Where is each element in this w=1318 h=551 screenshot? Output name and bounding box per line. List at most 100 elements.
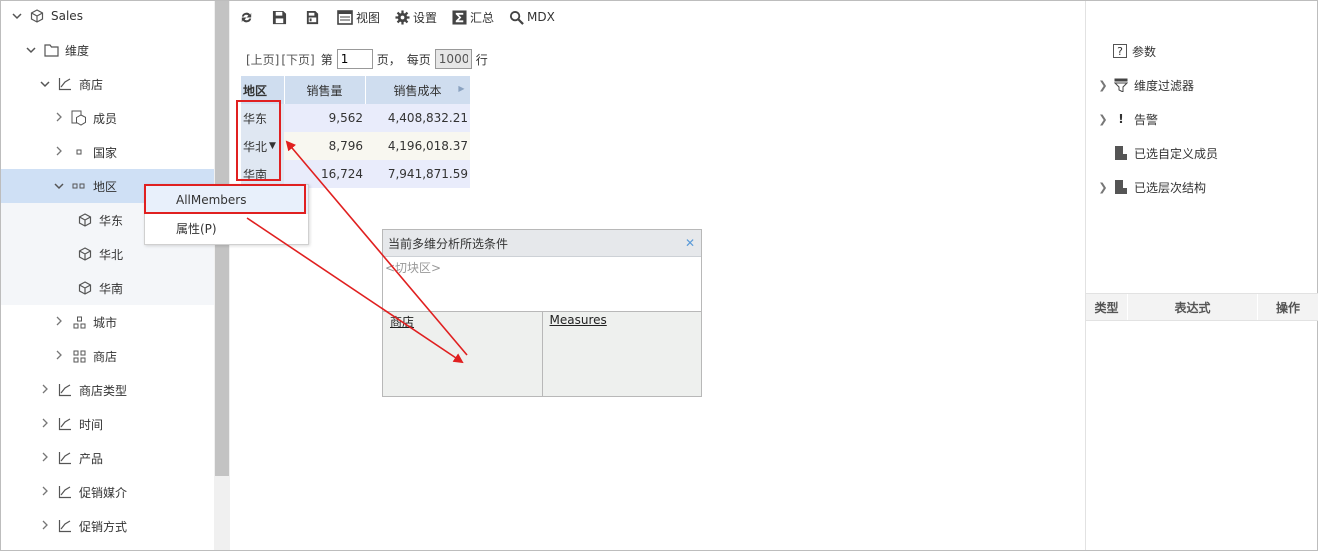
right-panel: ? 参数 ❯ 维度过滤器 ❯ ! 告警 已选自定义成员 ❯ 已选层次结构 类型 … [1085,1,1318,550]
next-page-link[interactable]: [下页] [281,51,314,68]
refresh-button[interactable] [238,9,257,25]
slice-area[interactable]: <切块区> [383,257,701,312]
tree-item[interactable]: 华南 [1,271,214,305]
tree-item-label: 成员 [93,111,118,126]
save-button[interactable] [271,9,290,25]
cols-axis-drop[interactable]: Measures [541,312,701,396]
chevron-right-icon[interactable] [53,112,65,125]
chevron-right-icon[interactable] [39,486,51,499]
page-prefix: 第 [320,52,333,67]
rows-axis-drop[interactable]: 商店 [383,312,542,396]
hierarchy-icon [57,382,73,398]
cell-cost: 4,196,018.37 [365,132,470,160]
summary-button[interactable]: 汇总 [451,9,494,26]
cell-cost: 4,408,832.21 [365,104,470,132]
col-expression[interactable]: 表达式 [1128,294,1258,320]
tree-item[interactable]: 产品 [1,441,214,475]
hierarchy-icon [57,450,73,466]
settings-button[interactable]: 设置 [394,9,437,26]
per-page-prefix: 每页 [406,52,431,67]
view-label: 视图 [356,10,381,25]
tree-item[interactable]: Sales [1,1,214,33]
tree-item-label: 华南 [99,281,124,296]
axes-area: 商店 Measures [383,312,701,396]
chevron-down-icon[interactable] [25,44,37,57]
member-cube-icon [77,212,93,228]
chevron-right-icon[interactable]: ❯ [1096,113,1110,126]
tree-item[interactable]: 促销方式 [1,509,214,543]
chevron-down-icon[interactable] [53,180,65,193]
grid-header-quantity[interactable]: 销售量 [284,76,366,104]
page-number-input[interactable] [336,49,373,69]
col-action[interactable]: 操作 [1258,294,1318,320]
menu-item-properties[interactable]: 属性(P) [145,214,308,243]
panel-item-alert[interactable]: ❯ ! 告警 [1086,102,1318,136]
chevron-right-icon[interactable]: ❯ [1096,181,1110,194]
tree-item-label: 地区 [93,179,118,194]
folder-icon [43,42,59,58]
rows-axis-label[interactable]: 商店 [390,315,414,329]
save-as-button[interactable] [304,9,323,25]
chevron-right-icon[interactable] [53,146,65,159]
chevron-down-icon[interactable] [11,10,23,23]
gear-icon [394,9,410,25]
level-1-icon [71,144,87,160]
panel-item-custom-members[interactable]: 已选自定义成员 [1086,136,1318,170]
tree-item[interactable]: 城市 [1,305,214,339]
expand-arrow-icon[interactable]: ▶ [458,84,464,93]
tree-scrollbar[interactable] [214,1,230,550]
member-cube-icon [77,280,93,296]
annotation-box-menu [144,184,306,214]
mdx-button[interactable]: MDX [508,9,555,25]
hierarchy-icon [57,484,73,500]
refresh-icon [238,9,254,25]
chevron-right-icon[interactable]: ❯ [1096,79,1110,92]
tree-item[interactable]: 商店类型 [1,373,214,407]
tree-item-label: 促销媒介 [79,485,128,500]
chevron-right-icon[interactable] [53,316,65,329]
hierarchy-icon [57,416,73,432]
tree-item[interactable]: 维度 [1,33,214,67]
param-icon: ? [1113,44,1127,58]
grid-header-cost[interactable]: 销售成本 ▶ [365,76,471,104]
tree-item-label: 华北 [99,247,124,262]
conditions-title: 当前多维分析所选条件 [388,236,509,251]
panel-item-dimension-filter[interactable]: ❯ 维度过滤器 [1086,68,1318,102]
slice-placeholder: <切块区> [385,261,442,275]
per-page-suffix: 行 [475,52,488,67]
chevron-right-icon[interactable] [39,452,51,465]
chevron-right-icon[interactable] [39,520,51,533]
panel-item-params[interactable]: ? 参数 [1086,34,1318,68]
save-as-icon [304,9,320,25]
tree-item-label: 促销方式 [79,519,128,534]
panel-item-label: 维度过滤器 [1134,78,1195,93]
chevron-down-icon[interactable] [39,78,51,91]
view-button[interactable]: 视图 [337,9,380,26]
panel-item-label: 告警 [1134,112,1159,127]
page-size-input[interactable] [434,49,472,69]
chevron-right-icon[interactable] [39,418,51,431]
tree-item-label: 城市 [93,315,118,330]
chevron-right-icon[interactable] [39,384,51,397]
tree-item[interactable]: 商店 [1,339,214,373]
tree-item[interactable]: 成员 [1,101,214,135]
tree-item-label: 维度 [65,43,90,58]
prev-page-link[interactable]: [上页] [246,51,279,68]
pager: [上页] [下页] 第 页， 每页 行 [246,49,488,69]
toolbar: 视图 设置 汇总 MDX [238,6,569,28]
tree-item[interactable]: 促销媒介 [1,475,214,509]
tree-item-label: 产品 [79,451,104,466]
tree-item[interactable]: 国家 [1,135,214,169]
summary-label: 汇总 [470,10,495,25]
hierarchy-icon [57,76,73,92]
close-icon[interactable]: ✕ [685,236,695,250]
level-4-icon [71,348,87,364]
tree-item[interactable]: 时间 [1,407,214,441]
col-type[interactable]: 类型 [1086,294,1128,320]
tree-item[interactable]: 商店 [1,67,214,101]
panel-item-selected-hierarchies[interactable]: ❯ 已选层次结构 [1086,170,1318,204]
level-3-icon [71,314,87,330]
conditions-panel: 当前多维分析所选条件 ✕ <切块区> 商店 Measures [382,229,702,397]
cols-axis-label[interactable]: Measures [550,313,607,327]
chevron-right-icon[interactable] [53,350,65,363]
